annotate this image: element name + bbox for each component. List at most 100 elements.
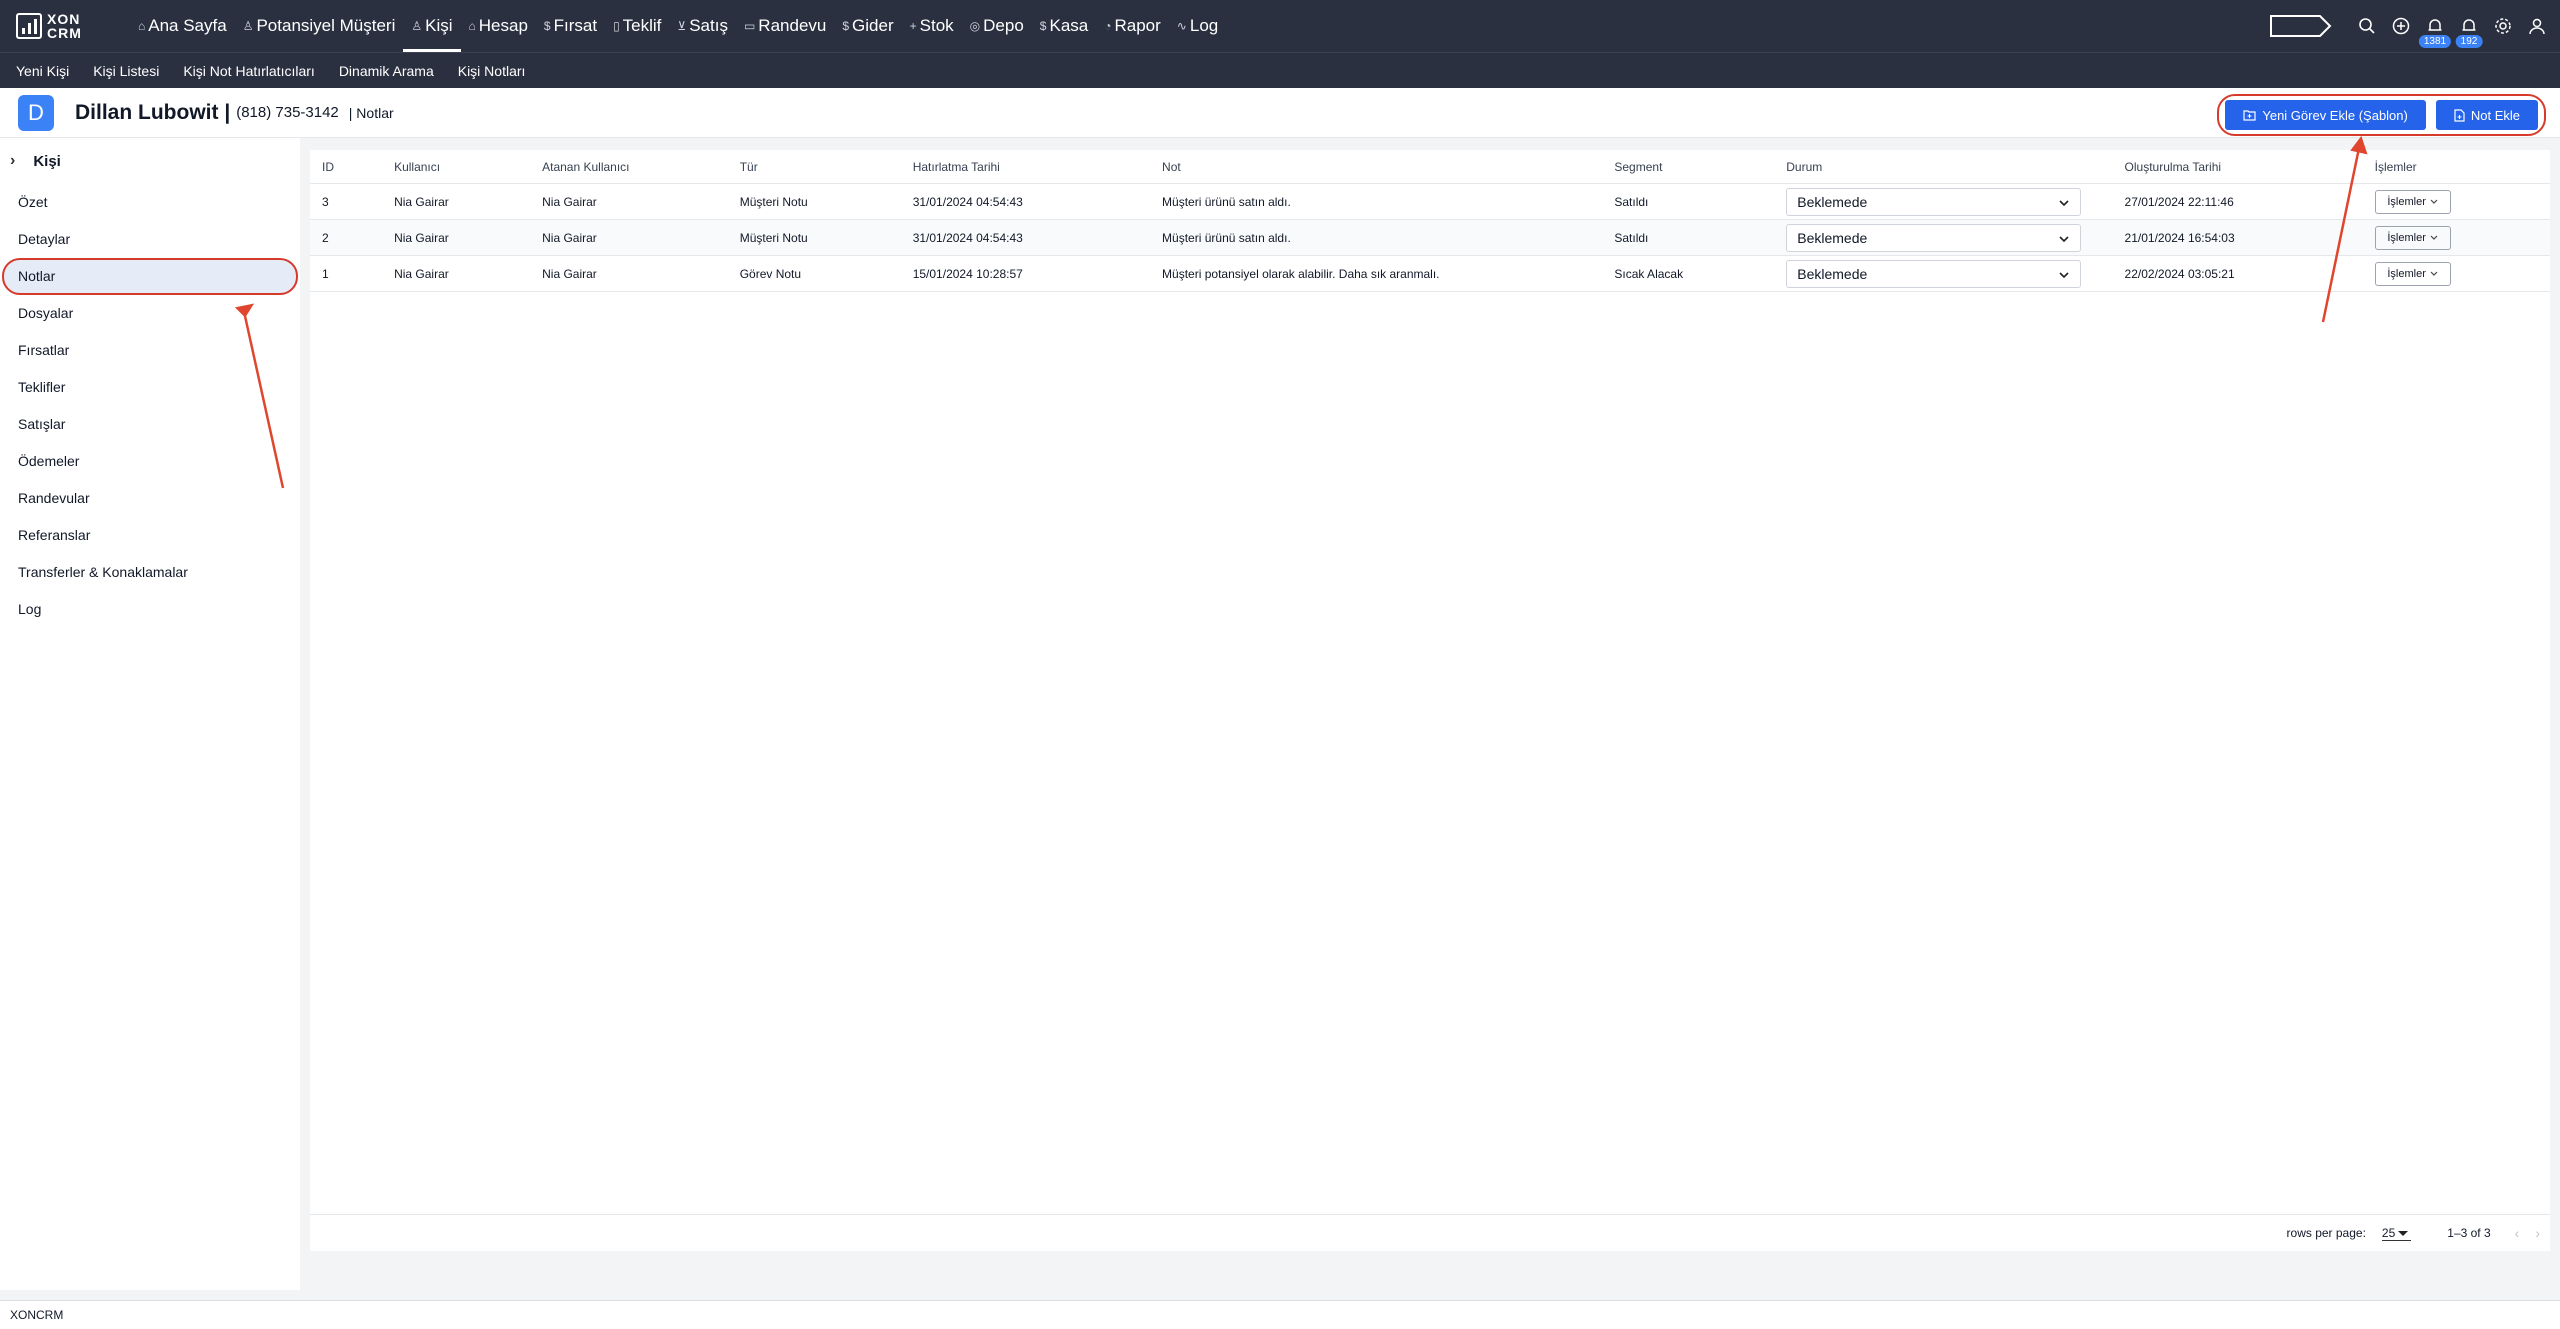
nav-item-label: Log	[1189, 16, 1219, 35]
dollar-icon: $	[543, 19, 551, 33]
nav-item-kasa[interactable]: $ Kasa	[1032, 0, 1096, 52]
column-header[interactable]: Atanan Kullanıcı	[530, 150, 728, 184]
dollar-icon: $	[1039, 19, 1047, 33]
home-icon: ⌂	[138, 19, 146, 33]
nav-item-potansiyel-müşteri[interactable]: ♙ Potansiyel Müşteri	[235, 0, 404, 52]
sidebar-item[interactable]: Teklifler	[0, 369, 300, 406]
bell-icon[interactable]: 1381	[2418, 0, 2452, 52]
status-select[interactable]: Beklemede	[1786, 259, 2082, 288]
status-select[interactable]: Beklemede	[1786, 223, 2082, 252]
cell-user: Nia Gairar	[382, 255, 531, 292]
column-header[interactable]: Durum	[1774, 150, 2113, 184]
column-header[interactable]: Segment	[1602, 150, 1775, 184]
cell-assigned: Nia Gairar	[530, 219, 728, 256]
nav-item-rapor[interactable]: ◔ Rapor	[1096, 0, 1169, 52]
add-circle-icon[interactable]	[2384, 0, 2418, 52]
nav-item-label: Teklif	[622, 16, 662, 35]
nav-item-kişi[interactable]: ♙ Kişi	[403, 0, 461, 52]
column-header[interactable]: Oluşturulma Tarihi	[2112, 150, 2363, 184]
nav-item-ana-sayfa[interactable]: ⌂ Ana Sayfa	[130, 0, 235, 52]
column-header[interactable]: Hatırlatma Tarihi	[900, 150, 1151, 184]
sidebar-item[interactable]: Satışlar	[0, 406, 300, 443]
user-profile-icon[interactable]	[2520, 0, 2554, 52]
sidebar-item[interactable]: Ödemeler	[0, 443, 300, 480]
sidebar-item[interactable]: Randevular	[0, 480, 300, 517]
chevron-right-icon: ›	[10, 152, 16, 169]
header-actions: Yeni Görev Ekle (Şablon) Not Ekle	[2217, 94, 2546, 136]
nav-item-fırsat[interactable]: $ Fırsat	[536, 0, 605, 52]
app-logo[interactable]: XON CRM	[16, 12, 112, 40]
tag-shape-icon[interactable]	[2270, 15, 2332, 37]
gear-icon[interactable]	[2486, 0, 2520, 52]
nav-item-teklif[interactable]: ▯ Teklif	[605, 0, 669, 52]
cell-type: Müşteri Notu	[727, 219, 901, 256]
add-task-template-button[interactable]: Yeni Görev Ekle (Şablon)	[2225, 100, 2426, 130]
rows-per-page-select[interactable]: 25	[2381, 1226, 2412, 1241]
top-right-toolbar: 1381 192	[2270, 0, 2560, 52]
subnav-item[interactable]: Kişi Not Hatırlatıcıları	[183, 63, 314, 79]
avatar: D	[18, 94, 54, 131]
next-page-icon[interactable]: ›	[2535, 1225, 2540, 1241]
sidebar-item[interactable]: Dosyalar	[0, 295, 300, 332]
sidebar-item[interactable]: Referanslar	[0, 517, 300, 554]
nav-item-label: Randevu	[758, 16, 827, 35]
column-header[interactable]: İşlemler	[2362, 150, 2550, 184]
subnav-item[interactable]: Kişi Notları	[458, 63, 526, 79]
caret-down-icon	[2398, 1230, 2409, 1236]
status-select[interactable]: Beklemede	[1786, 187, 2082, 216]
box-icon: ◎	[969, 19, 981, 33]
column-header[interactable]: Kullanıcı	[382, 150, 531, 184]
chevron-down-icon	[2058, 230, 2070, 246]
subnav-item[interactable]: Yeni Kişi	[16, 63, 69, 79]
notes-table: ID Kullanıcı Atanan Kullanıcı Tür Hatırlatma…	[310, 150, 2550, 292]
users-icon: ♙	[411, 19, 423, 33]
notification-badge: 192	[2455, 35, 2483, 48]
sidebar-item[interactable]: Notlar	[2, 258, 298, 295]
cell-id: 1	[310, 255, 383, 292]
nav-item-depo[interactable]: ◎ Depo	[962, 0, 1032, 52]
nav-item-label: Hesap	[478, 16, 528, 35]
cell-created: 22/02/2024 03:05:21	[2112, 255, 2363, 292]
cell-note: Müşteri ürünü satın aldı.	[1150, 183, 1603, 220]
rows-per-page-label: rows per page:	[2286, 1226, 2366, 1240]
subnav-item[interactable]: Kişi Listesi	[93, 63, 159, 79]
nav-item-satış[interactable]: ⊻ Satış	[669, 0, 736, 52]
sidebar-item[interactable]: Transferler & Konaklamalar	[0, 554, 300, 591]
nav-item-label: Stok	[919, 16, 954, 35]
nav-item-label: Rapor	[1114, 16, 1161, 35]
nav-item-gider[interactable]: $ Gider	[834, 0, 901, 52]
sidebar-item[interactable]: Log	[0, 591, 300, 628]
chevron-down-icon	[2430, 268, 2438, 280]
notes-panel: ID Kullanıcı Atanan Kullanıcı Tür Hatırlatma…	[310, 150, 2550, 1250]
nav-item-hesap[interactable]: ⌂ Hesap	[461, 0, 536, 52]
subnav-item[interactable]: Dinamik Arama	[339, 63, 434, 79]
column-header[interactable]: Tür	[727, 150, 901, 184]
sidebar-item[interactable]: Fırsatlar	[0, 332, 300, 369]
actions-dropdown-button[interactable]: İşlemler	[2374, 225, 2451, 250]
main-menu: ⌂ Ana Sayfa ♙ Potansiyel Müşteri ♙ Kişi ⌂ Hesap…	[130, 0, 1226, 52]
prev-page-icon[interactable]: ‹	[2515, 1225, 2520, 1241]
table-header-row: ID Kullanıcı Atanan Kullanıcı Tür Hatırlatma…	[310, 150, 2550, 184]
nav-item-stok[interactable]: + Stok	[902, 0, 962, 52]
nav-item-log[interactable]: ∿ Log	[1169, 0, 1226, 52]
sidebar-header[interactable]: › Kişi	[0, 138, 300, 184]
column-header[interactable]: Not	[1150, 150, 1603, 184]
column-header[interactable]: ID	[310, 150, 383, 184]
nav-item-label: Potansiyel Müşteri	[256, 16, 396, 35]
folder-plus-icon	[2243, 110, 2256, 121]
section-title: | Notlar	[348, 104, 394, 121]
actions-dropdown-button[interactable]: İşlemler	[2374, 261, 2451, 286]
add-note-button[interactable]: Not Ekle	[2435, 100, 2538, 130]
nav-item-label: Kasa	[1049, 16, 1089, 35]
search-icon[interactable]	[2350, 0, 2384, 52]
sidebar: › Kişi Özet Detaylar Notlar Dosyalar Fırsatl…	[0, 138, 300, 1290]
cell-id: 2	[310, 219, 383, 256]
cell-user: Nia Gairar	[382, 219, 531, 256]
chevron-down-icon	[2430, 196, 2438, 208]
bell-icon[interactable]: 192	[2452, 0, 2486, 52]
sidebar-item[interactable]: Detaylar	[0, 221, 300, 258]
sidebar-item[interactable]: Özet	[0, 184, 300, 221]
actions-dropdown-button[interactable]: İşlemler	[2374, 189, 2451, 214]
nav-item-randevu[interactable]: ▭ Randevu	[736, 0, 834, 52]
nav-item-label: Ana Sayfa	[148, 16, 227, 35]
